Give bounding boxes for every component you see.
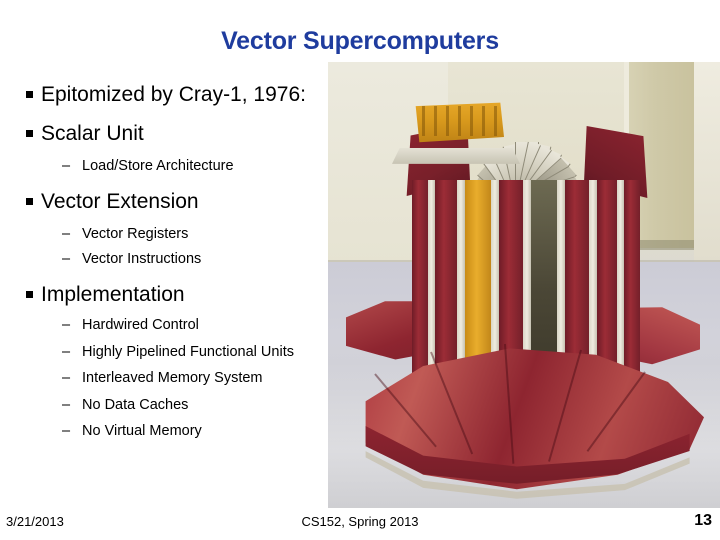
bullet-text: Interleaved Memory System [82, 370, 263, 386]
bullet-text: Scalar Unit [41, 122, 144, 145]
bullet-dash-icon: – [62, 226, 71, 242]
bullet-level1: Epitomized by Cray-1, 1976: [26, 83, 306, 107]
bullet-level2: – No Virtual Memory [62, 423, 202, 439]
bullet-level1: Scalar Unit [26, 122, 144, 146]
gold-module-slot [494, 106, 497, 136]
slide: Vector Supercomputers Epitomized by Cray… [0, 0, 720, 540]
bullet-level1: Vector Extension [26, 190, 199, 214]
gold-module-slot [470, 106, 473, 136]
bullet-level2: – Interleaved Memory System [62, 370, 263, 386]
bullet-square-icon [26, 91, 33, 98]
page-title: Vector Supercomputers [221, 27, 499, 55]
bullet-dash-icon: – [62, 251, 71, 267]
bullet-level2: – No Data Caches [62, 397, 188, 413]
bullet-dash-icon: – [62, 397, 71, 413]
bullet-level1: Implementation [26, 283, 185, 307]
bullet-square-icon [26, 198, 33, 205]
bullet-level2: – Highly Pipelined Functional Units [62, 344, 294, 360]
footer-course: CS152, Spring 2013 [301, 514, 419, 529]
footer-page-number: 13 [694, 512, 712, 529]
bullet-dash-icon: – [62, 370, 71, 386]
bullet-text: Vector Extension [41, 190, 199, 213]
bullet-text: No Virtual Memory [82, 423, 202, 439]
cray-1-machine [328, 62, 720, 508]
bullet-level2: – Vector Registers [62, 226, 188, 242]
bullet-text: Implementation [41, 283, 185, 306]
bullet-level2: – Vector Instructions [62, 251, 201, 267]
cray-1-photo [328, 62, 720, 508]
bullet-text: Vector Instructions [82, 251, 202, 267]
bullet-dash-icon: – [62, 158, 71, 174]
bullet-square-icon [26, 130, 33, 137]
bullet-dash-icon: – [62, 344, 71, 360]
gold-module-slot [434, 106, 437, 136]
slide-footer: 3/21/2013 CS152, Spring 2013 13 [0, 512, 720, 538]
bullet-dash-icon: – [62, 317, 71, 333]
bullet-text: Hardwired Control [82, 317, 199, 333]
bullet-text: Highly Pipelined Functional Units [82, 344, 294, 360]
gold-module-slot [422, 106, 425, 136]
gold-module-slot [446, 106, 449, 136]
gold-center-module [415, 102, 504, 143]
bullet-dash-icon: – [62, 423, 71, 439]
gold-module-slot [458, 106, 461, 136]
gold-module-slot [482, 106, 485, 136]
bullet-level2: – Load/Store Architecture [62, 158, 234, 174]
bullet-square-icon [26, 291, 33, 298]
bullet-text: Vector Registers [82, 226, 189, 242]
padded-bench-base [344, 334, 704, 508]
bullet-text: Epitomized by Cray-1, 1976: [41, 83, 306, 106]
bullet-level2: – Hardwired Control [62, 317, 199, 333]
bullet-text: No Data Caches [82, 397, 189, 413]
bullet-text: Load/Store Architecture [82, 158, 234, 174]
